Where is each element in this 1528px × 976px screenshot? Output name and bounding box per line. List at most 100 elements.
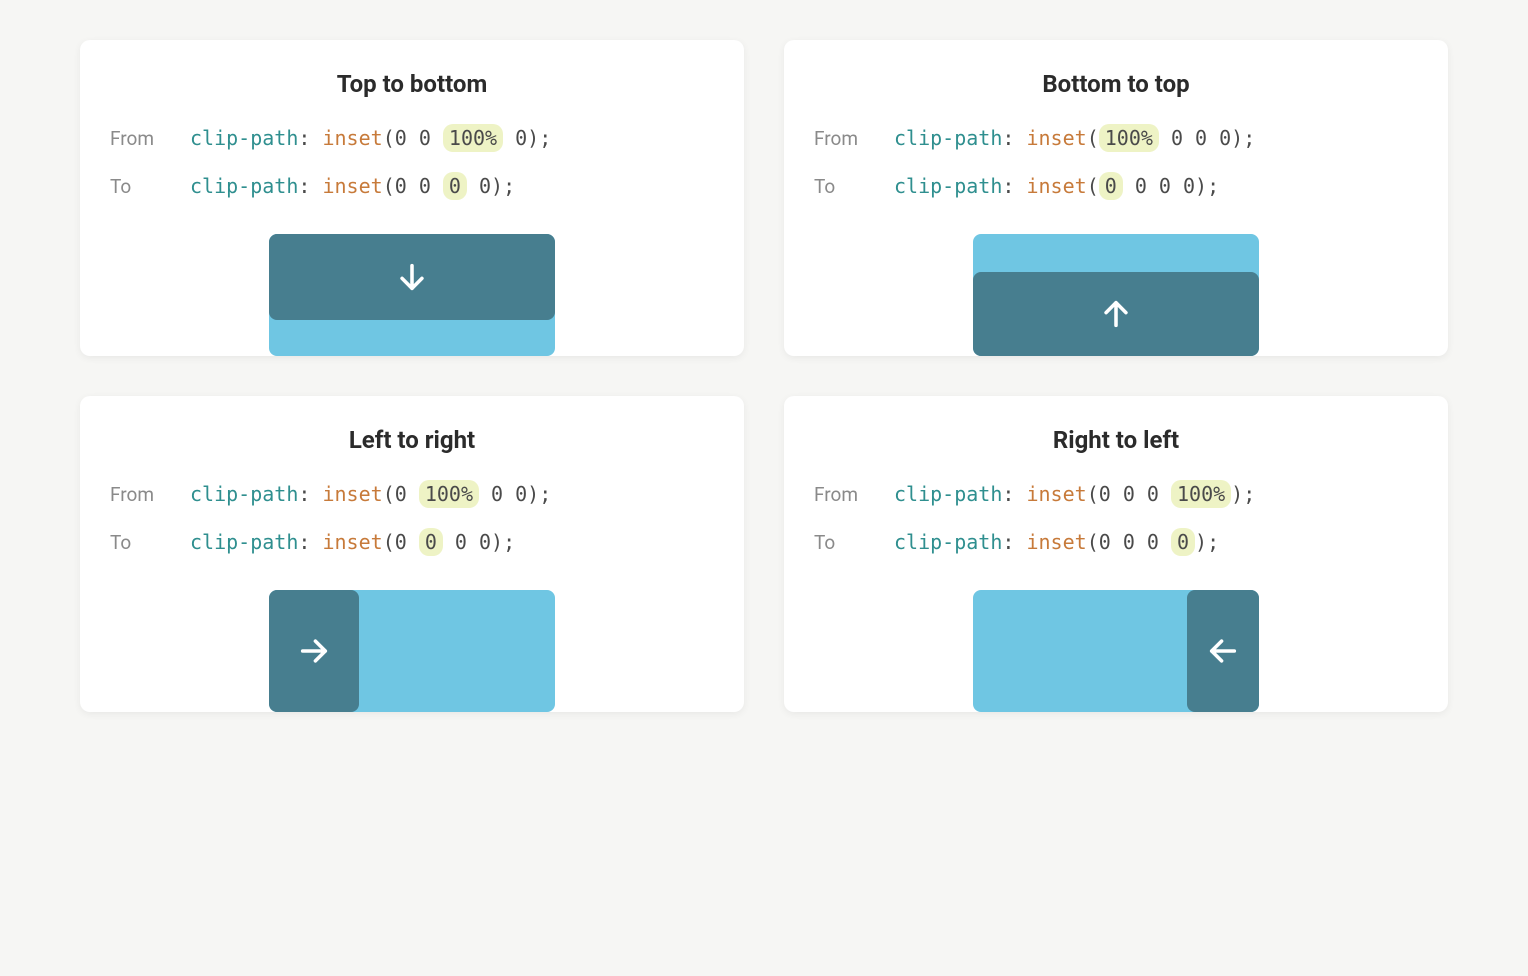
args-post: 0 0 bbox=[443, 530, 491, 554]
arg-highlight: 0 bbox=[1099, 172, 1123, 200]
arg-highlight: 100% bbox=[443, 124, 503, 152]
colon: : bbox=[1002, 126, 1026, 150]
code-rows: From clip-path: inset(0 0 0 100%); To cl… bbox=[814, 482, 1418, 554]
arg-highlight: 100% bbox=[1099, 124, 1159, 152]
args-pre: 0 0 0 bbox=[1099, 482, 1171, 506]
paren-open: ( bbox=[383, 174, 395, 198]
paren-close: ) bbox=[491, 530, 503, 554]
code-to: clip-path: inset(0 0 0 0); bbox=[894, 530, 1418, 554]
args-post: 0 0 bbox=[479, 482, 527, 506]
css-property: clip-path bbox=[190, 530, 298, 554]
label-to: To bbox=[814, 175, 894, 198]
paren-close: ) bbox=[527, 126, 539, 150]
code-rows: From clip-path: inset(100% 0 0 0); To cl… bbox=[814, 126, 1418, 198]
paren-close: ) bbox=[1195, 530, 1207, 554]
label-from: From bbox=[110, 483, 190, 506]
demo-box bbox=[973, 590, 1259, 712]
code-to: clip-path: inset(0 0 0 0); bbox=[894, 174, 1418, 198]
colon: : bbox=[1002, 174, 1026, 198]
css-function: inset bbox=[322, 126, 382, 150]
css-function: inset bbox=[322, 482, 382, 506]
arg-highlight: 0 bbox=[419, 528, 443, 556]
label-from: From bbox=[814, 483, 894, 506]
arg-highlight: 0 bbox=[443, 172, 467, 200]
card-title: Right to left bbox=[814, 426, 1418, 454]
card-right-to-left: Right to left From clip-path: inset(0 0 … bbox=[784, 396, 1448, 712]
paren-close: ) bbox=[1195, 174, 1207, 198]
semicolon: ; bbox=[1243, 126, 1255, 150]
css-function: inset bbox=[322, 530, 382, 554]
code-rows: From clip-path: inset(0 100% 0 0); To cl… bbox=[110, 482, 714, 554]
css-property: clip-path bbox=[190, 482, 298, 506]
card-left-to-right: Left to right From clip-path: inset(0 10… bbox=[80, 396, 744, 712]
css-property: clip-path bbox=[190, 126, 298, 150]
label-to: To bbox=[110, 175, 190, 198]
css-property: clip-path bbox=[190, 174, 298, 198]
args-post: 0 bbox=[503, 126, 527, 150]
paren-open: ( bbox=[1087, 126, 1099, 150]
semicolon: ; bbox=[1207, 174, 1219, 198]
paren-close: ) bbox=[1231, 126, 1243, 150]
card-bottom-to-top: Bottom to top From clip-path: inset(100%… bbox=[784, 40, 1448, 356]
demo-wrap bbox=[110, 590, 714, 712]
args-post: 0 0 0 bbox=[1159, 126, 1231, 150]
paren-open: ( bbox=[1087, 482, 1099, 506]
code-from: clip-path: inset(0 0 100% 0); bbox=[190, 126, 714, 150]
colon: : bbox=[298, 126, 322, 150]
paren-open: ( bbox=[383, 482, 395, 506]
paren-open: ( bbox=[383, 530, 395, 554]
arg-highlight: 100% bbox=[419, 480, 479, 508]
args-post: 0 bbox=[467, 174, 491, 198]
label-to: To bbox=[110, 531, 190, 554]
arrow-left-icon bbox=[1187, 590, 1259, 712]
paren-close: ) bbox=[527, 482, 539, 506]
demo-box bbox=[269, 590, 555, 712]
colon: : bbox=[1002, 482, 1026, 506]
semicolon: ; bbox=[1207, 530, 1219, 554]
css-property: clip-path bbox=[894, 174, 1002, 198]
args-pre: 0 bbox=[395, 530, 419, 554]
label-to: To bbox=[814, 531, 894, 554]
code-rows: From clip-path: inset(0 0 100% 0); To cl… bbox=[110, 126, 714, 198]
arg-highlight: 0 bbox=[1171, 528, 1195, 556]
css-function: inset bbox=[1026, 174, 1086, 198]
label-from: From bbox=[110, 127, 190, 150]
demo-wrap bbox=[814, 590, 1418, 712]
code-from: clip-path: inset(0 100% 0 0); bbox=[190, 482, 714, 506]
css-function: inset bbox=[1026, 482, 1086, 506]
paren-close: ) bbox=[1231, 482, 1243, 506]
card-title: Bottom to top bbox=[814, 70, 1418, 98]
code-to: clip-path: inset(0 0 0 0); bbox=[190, 174, 714, 198]
card-title: Top to bottom bbox=[110, 70, 714, 98]
colon: : bbox=[1002, 530, 1026, 554]
arrow-right-icon bbox=[269, 590, 359, 712]
colon: : bbox=[298, 530, 322, 554]
semicolon: ; bbox=[503, 530, 515, 554]
args-pre: 0 bbox=[395, 482, 419, 506]
colon: : bbox=[298, 174, 322, 198]
code-from: clip-path: inset(100% 0 0 0); bbox=[894, 126, 1418, 150]
demo-box bbox=[269, 234, 555, 356]
semicolon: ; bbox=[1243, 482, 1255, 506]
demo-wrap bbox=[110, 234, 714, 356]
css-property: clip-path bbox=[894, 482, 1002, 506]
card-grid: Top to bottom From clip-path: inset(0 0 … bbox=[80, 40, 1448, 712]
arrow-up-icon bbox=[973, 272, 1259, 356]
paren-open: ( bbox=[1087, 174, 1099, 198]
paren-open: ( bbox=[1087, 530, 1099, 554]
semicolon: ; bbox=[539, 482, 551, 506]
card-title: Left to right bbox=[110, 426, 714, 454]
css-function: inset bbox=[322, 174, 382, 198]
paren-open: ( bbox=[383, 126, 395, 150]
label-from: From bbox=[814, 127, 894, 150]
css-property: clip-path bbox=[894, 126, 1002, 150]
code-from: clip-path: inset(0 0 0 100%); bbox=[894, 482, 1418, 506]
css-property: clip-path bbox=[894, 530, 1002, 554]
args-post: 0 0 0 bbox=[1123, 174, 1195, 198]
css-function: inset bbox=[1026, 530, 1086, 554]
args-pre: 0 0 bbox=[395, 174, 443, 198]
demo-wrap bbox=[814, 234, 1418, 356]
args-pre: 0 0 0 bbox=[1099, 530, 1171, 554]
args-pre: 0 0 bbox=[395, 126, 443, 150]
code-to: clip-path: inset(0 0 0 0); bbox=[190, 530, 714, 554]
